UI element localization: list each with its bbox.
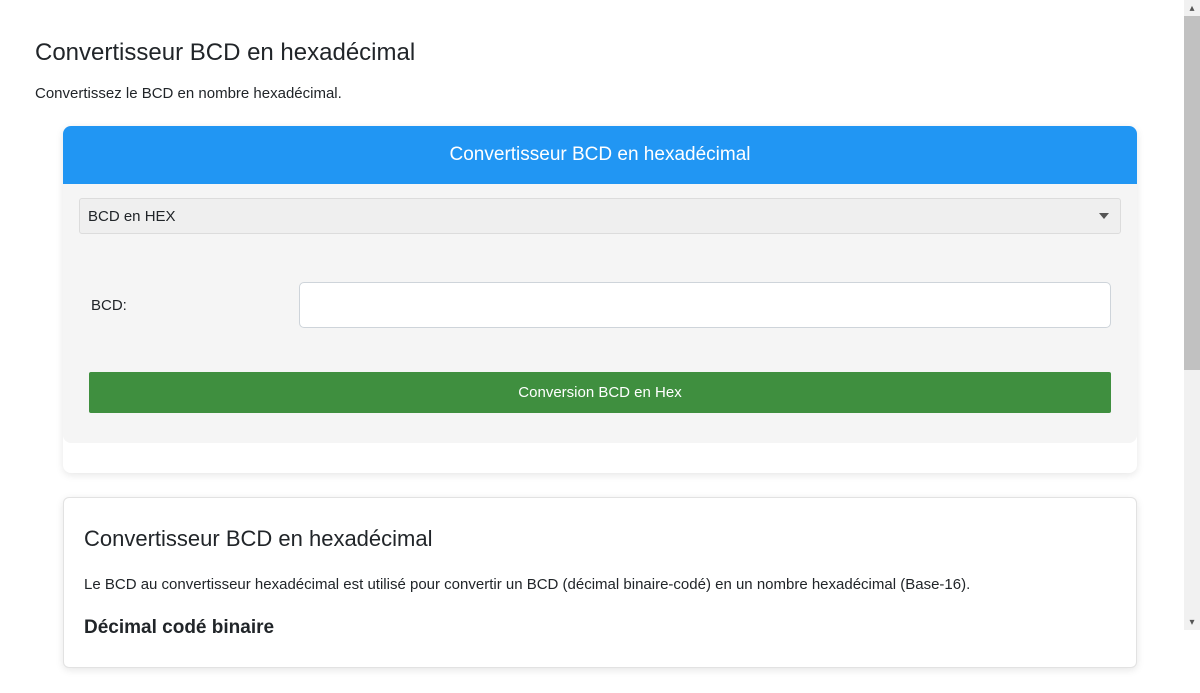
info-paragraph: Le BCD au convertisseur hexadécimal est … xyxy=(84,576,1116,593)
converter-card-body: BCD en HEX BCD: Conversion BCD en Hex xyxy=(63,184,1137,443)
info-subheading: Décimal codé binaire xyxy=(84,617,1116,639)
converter-card-header: Convertisseur BCD en hexadécimal xyxy=(63,126,1137,184)
scroll-down-arrow-icon[interactable]: ▾ xyxy=(1184,614,1200,630)
page-title: Convertisseur BCD en hexadécimal xyxy=(35,39,1165,67)
conversion-select-wrap: BCD en HEX xyxy=(79,198,1121,234)
info-card: Convertisseur BCD en hexadécimal Le BCD … xyxy=(63,497,1137,668)
bcd-input-label: BCD: xyxy=(89,297,299,314)
bcd-input[interactable] xyxy=(299,282,1111,328)
scroll-up-arrow-icon[interactable]: ▴ xyxy=(1184,0,1200,16)
page-container: Convertisseur BCD en hexadécimal Convert… xyxy=(30,0,1170,693)
vertical-scrollbar-thumb[interactable] xyxy=(1184,0,1200,370)
convert-button[interactable]: Conversion BCD en Hex xyxy=(89,372,1111,413)
page-description: Convertissez le BCD en nombre hexadécima… xyxy=(35,85,1165,102)
bcd-input-row: BCD: xyxy=(89,282,1111,328)
converter-card: Convertisseur BCD en hexadécimal BCD en … xyxy=(63,126,1137,473)
conversion-type-select[interactable]: BCD en HEX xyxy=(79,198,1121,234)
info-heading: Convertisseur BCD en hexadécimal xyxy=(84,526,1116,552)
